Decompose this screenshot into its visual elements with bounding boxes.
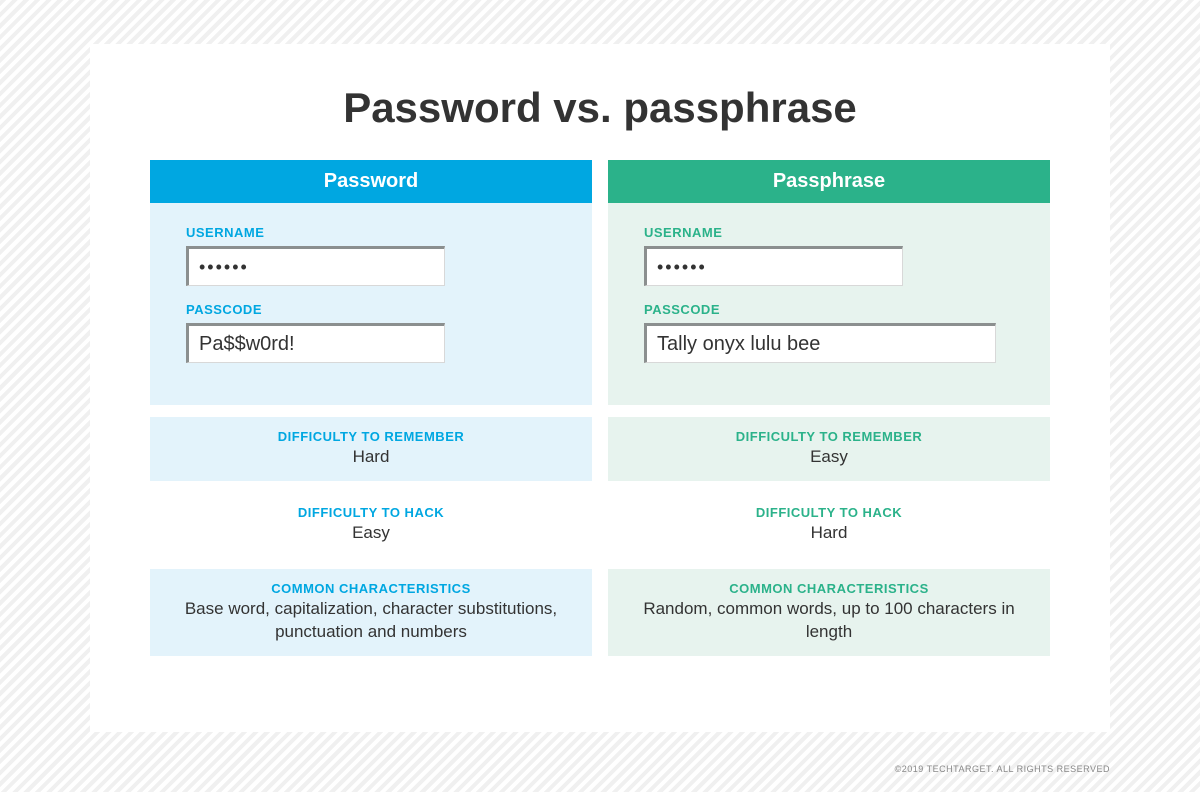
- passphrase-header: Passphrase: [608, 160, 1050, 203]
- password-characteristics-label: COMMON CHARACTERISTICS: [170, 581, 572, 596]
- passphrase-username-label: USERNAME: [644, 225, 1014, 240]
- password-hack-value: Easy: [170, 522, 572, 545]
- password-characteristics-value: Base word, capitalization, character sub…: [170, 598, 572, 644]
- passphrase-hack-block: DIFFICULTY TO HACK Hard: [608, 493, 1050, 557]
- password-username-label: USERNAME: [186, 225, 556, 240]
- passphrase-hack-label: DIFFICULTY TO HACK: [628, 505, 1030, 520]
- passphrase-characteristics-block: COMMON CHARACTERISTICS Random, common wo…: [608, 569, 1050, 656]
- passphrase-remember-value: Easy: [628, 446, 1030, 469]
- password-column: Password USERNAME •••••• PASSCODE Pa$$w0…: [150, 160, 592, 656]
- password-hack-label: DIFFICULTY TO HACK: [170, 505, 572, 520]
- password-hack-block: DIFFICULTY TO HACK Easy: [150, 493, 592, 557]
- passphrase-column: Passphrase USERNAME •••••• PASSCODE Tall…: [608, 160, 1050, 656]
- password-form-block: USERNAME •••••• PASSCODE Pa$$w0rd!: [150, 203, 592, 405]
- passphrase-remember-block: DIFFICULTY TO REMEMBER Easy: [608, 417, 1050, 481]
- passphrase-characteristics-value: Random, common words, up to 100 characte…: [628, 598, 1030, 644]
- password-header: Password: [150, 160, 592, 203]
- password-remember-block: DIFFICULTY TO REMEMBER Hard: [150, 417, 592, 481]
- password-passcode-input: Pa$$w0rd!: [186, 323, 445, 363]
- password-username-input: ••••••: [186, 246, 445, 286]
- password-passcode-label: PASSCODE: [186, 302, 556, 317]
- passphrase-passcode-label: PASSCODE: [644, 302, 1014, 317]
- comparison-card: Password vs. passphrase Password USERNAM…: [90, 44, 1110, 732]
- page-title: Password vs. passphrase: [150, 84, 1050, 132]
- passphrase-characteristics-label: COMMON CHARACTERISTICS: [628, 581, 1030, 596]
- passphrase-username-input: ••••••: [644, 246, 903, 286]
- password-remember-label: DIFFICULTY TO REMEMBER: [170, 429, 572, 444]
- copyright-text: ©2019 TECHTARGET. ALL RIGHTS RESERVED: [895, 764, 1110, 774]
- password-characteristics-block: COMMON CHARACTERISTICS Base word, capita…: [150, 569, 592, 656]
- passphrase-form-block: USERNAME •••••• PASSCODE Tally onyx lulu…: [608, 203, 1050, 405]
- passphrase-hack-value: Hard: [628, 522, 1030, 545]
- password-remember-value: Hard: [170, 446, 572, 469]
- passphrase-remember-label: DIFFICULTY TO REMEMBER: [628, 429, 1030, 444]
- passphrase-passcode-input: Tally onyx lulu bee: [644, 323, 996, 363]
- columns-container: Password USERNAME •••••• PASSCODE Pa$$w0…: [150, 160, 1050, 656]
